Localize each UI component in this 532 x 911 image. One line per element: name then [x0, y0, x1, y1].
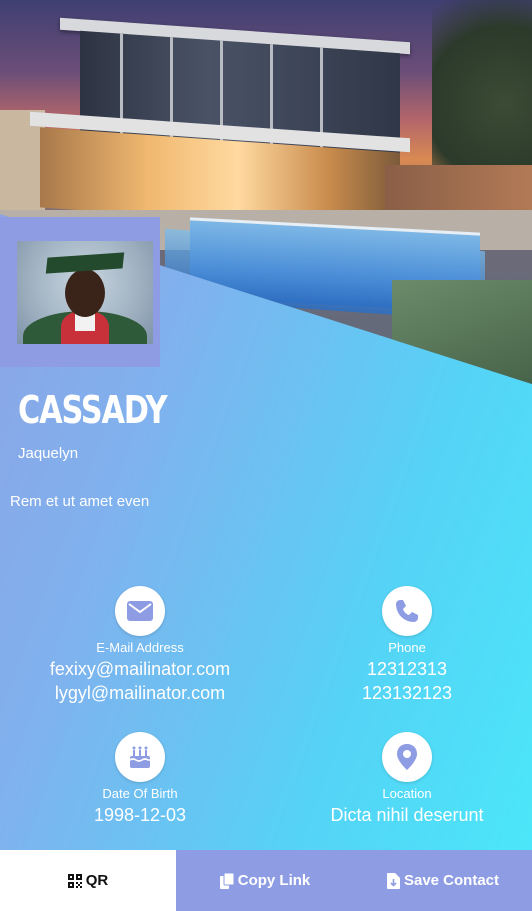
action-bar: QR Copy Link Save Contact: [0, 850, 532, 911]
profile-card: CASSADY Jaquelyn Rem et ut amet even E-M…: [0, 0, 532, 911]
location-label: Location: [382, 786, 432, 801]
avatar: [17, 241, 153, 344]
copy-link-button[interactable]: Copy Link: [176, 850, 354, 911]
map-pin-icon[interactable]: [382, 732, 432, 782]
copy-link-label: Copy Link: [237, 872, 311, 889]
dob-label: Date Of Birth: [102, 786, 178, 801]
dob-section: Date Of Birth 1998-12-03: [7, 732, 273, 827]
profile-subname: Jaquelyn: [18, 445, 79, 462]
phone-icon[interactable]: [382, 586, 432, 636]
birthday-cake-icon: [115, 732, 165, 782]
copy-icon: [219, 872, 234, 889]
qr-code-icon: [67, 873, 82, 888]
phone-section: Phone 12312313 123132123: [274, 586, 532, 705]
phone-value[interactable]: 123132123: [274, 681, 532, 705]
profile-name: CASSADY: [18, 388, 168, 432]
qr-button[interactable]: QR: [0, 850, 176, 911]
email-value[interactable]: fexixy@mailinator.com: [7, 657, 273, 681]
email-value[interactable]: lygyl@mailinator.com: [7, 681, 273, 705]
phone-value[interactable]: 12312313: [274, 657, 532, 681]
file-download-icon: [386, 872, 400, 889]
location-value[interactable]: Dicta nihil deserunt: [274, 803, 532, 827]
envelope-icon[interactable]: [115, 586, 165, 636]
location-section: Location Dicta nihil deserunt: [274, 732, 532, 827]
email-label: E-Mail Address: [96, 640, 184, 655]
save-contact-label: Save Contact: [403, 872, 500, 889]
phone-label: Phone: [388, 640, 426, 655]
dob-value: 1998-12-03: [93, 805, 187, 825]
save-contact-button[interactable]: Save Contact: [354, 850, 532, 911]
qr-label: QR: [85, 872, 109, 889]
profile-tagline: Rem et ut amet even: [10, 493, 150, 510]
email-section: E-Mail Address fexixy@mailinator.com lyg…: [7, 586, 273, 705]
